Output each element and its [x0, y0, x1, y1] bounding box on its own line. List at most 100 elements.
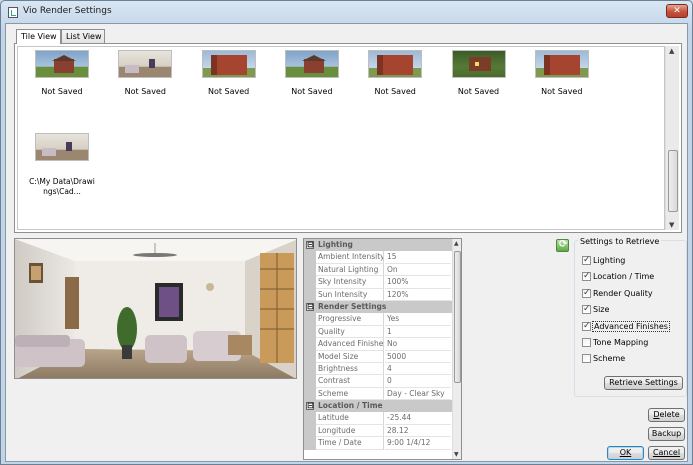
render-tile[interactable]: Not Saved: [277, 50, 347, 97]
render-tile[interactable]: Not Saved: [360, 50, 430, 97]
property-name: Progressive: [316, 313, 384, 326]
property-value[interactable]: No: [385, 338, 451, 351]
checkbox-label: Lighting: [593, 256, 626, 265]
property-grid-scrollbar[interactable]: ▲ ▼: [452, 239, 461, 459]
scroll-down-arrow-icon[interactable]: ▼: [454, 451, 459, 458]
render-tile[interactable]: Not Saved: [194, 50, 264, 97]
retrieve-option-render-quality[interactable]: Render Quality: [582, 288, 653, 300]
retrieve-option-size[interactable]: Size: [582, 304, 609, 316]
scroll-thumb[interactable]: [668, 150, 678, 212]
retrieve-settings-button[interactable]: Retrieve Settings: [604, 376, 683, 390]
property-value[interactable]: 120%: [385, 289, 451, 301]
checkbox[interactable]: [582, 338, 591, 347]
dialog-client: Tile View List View Not Saved Not Saved No…: [5, 23, 688, 462]
property-name: Advanced Finishes: [316, 338, 384, 351]
checkbox[interactable]: [582, 354, 591, 364]
category-label: Render Settings: [318, 301, 387, 311]
property-name: Latitude: [316, 412, 384, 425]
property-category[interactable]: ⊟ Render Settings: [304, 300, 461, 314]
property-row[interactable]: Model Size 5000: [304, 350, 461, 363]
checkbox[interactable]: [582, 255, 591, 266]
checkbox-label: Tone Mapping: [593, 338, 649, 347]
property-value[interactable]: 9:00 1/4/12: [385, 437, 451, 450]
property-row[interactable]: Longitude 28.12: [304, 424, 461, 438]
property-row[interactable]: Latitude -25.44: [304, 412, 461, 425]
row-gutter: [304, 437, 316, 450]
close-button[interactable]: ✕: [666, 4, 688, 18]
checkbox-label: Size: [593, 305, 610, 315]
retrieve-option-tone-mapping[interactable]: Tone Mapping: [582, 337, 648, 349]
property-category[interactable]: ⊟ Location / Time: [304, 400, 461, 413]
tile-list[interactable]: Not Saved Not Saved Not Saved Not Saved Not …: [17, 46, 665, 230]
property-value[interactable]: 4: [385, 363, 451, 376]
retrieve-option-lighting[interactable]: Lighting: [582, 255, 625, 267]
cancel-button[interactable]: Cancel: [648, 446, 685, 460]
property-row[interactable]: Sun Intensity 120%: [304, 288, 461, 301]
property-row[interactable]: Contrast 0: [304, 375, 461, 388]
property-row[interactable]: Scheme Day - Clear Sky: [304, 387, 461, 401]
retrieve-option-location-time[interactable]: Location / Time: [582, 271, 654, 283]
property-value[interactable]: -25.44: [385, 412, 451, 425]
row-gutter: [304, 251, 316, 264]
tab-list-view[interactable]: List View: [61, 29, 105, 43]
property-value[interactable]: On: [385, 264, 451, 277]
render-tile[interactable]: Not Saved: [444, 50, 514, 97]
checkbox-label: Location / Time: [593, 272, 655, 282]
refresh-icon[interactable]: ⟳: [556, 239, 569, 252]
property-row[interactable]: Natural Lighting On: [304, 263, 461, 277]
tile-view-panel: Not Saved Not Saved Not Saved Not Saved Not …: [14, 43, 682, 233]
property-row[interactable]: Brightness 4: [304, 362, 461, 376]
checkbox[interactable]: [582, 321, 591, 332]
checkbox[interactable]: [582, 288, 591, 299]
scroll-up-arrow-icon[interactable]: ▲: [454, 240, 459, 247]
backup-button[interactable]: Backup: [648, 427, 685, 441]
property-row[interactable]: Advanced Finishes No: [304, 338, 461, 351]
ok-button[interactable]: OK: [607, 446, 644, 460]
property-row[interactable]: Time / Date 9:00 1/4/12: [304, 437, 461, 450]
title-bar[interactable]: Vio Render Settings ✕: [1, 1, 692, 23]
scroll-up-arrow-icon[interactable]: ▲: [669, 47, 674, 55]
checkbox[interactable]: [582, 271, 591, 282]
row-gutter: [304, 263, 316, 277]
tile-label: C:\My Data\Drawings\Cad...: [29, 177, 95, 196]
retrieve-option-scheme[interactable]: Scheme: [582, 353, 625, 365]
delete-button[interactable]: Delete: [648, 408, 685, 422]
tile-label: Not Saved: [124, 87, 166, 96]
retrieve-option-advanced-finishes[interactable]: Advanced Finishes: [582, 320, 670, 333]
render-tile[interactable]: C:\My Data\Drawings\Cad...: [27, 133, 97, 197]
property-value[interactable]: 0: [385, 375, 451, 388]
property-name: Ambient Intensity: [316, 251, 384, 264]
property-name: Contrast: [316, 375, 384, 388]
tile-label: Not Saved: [541, 87, 583, 96]
tile-label: Not Saved: [207, 87, 250, 96]
property-row[interactable]: Ambient Intensity 15: [304, 251, 461, 264]
property-row[interactable]: Quality 1: [304, 325, 461, 339]
property-value[interactable]: 28.12: [385, 425, 451, 438]
tab-tile-view[interactable]: Tile View: [16, 29, 61, 44]
property-row[interactable]: Progressive Yes: [304, 313, 461, 326]
scroll-down-arrow-icon[interactable]: ▼: [669, 221, 674, 229]
property-category[interactable]: ⊟ Lighting: [304, 239, 461, 252]
row-gutter: [304, 387, 316, 401]
collapse-icon[interactable]: ⊟: [306, 302, 314, 311]
property-value[interactable]: Day - Clear Sky: [385, 388, 451, 401]
property-row[interactable]: Sky Intensity 100%: [304, 276, 461, 289]
property-value[interactable]: 100%: [385, 276, 451, 289]
collapse-icon[interactable]: ⊟: [306, 402, 314, 411]
row-gutter: [304, 288, 316, 301]
render-thumbnail: [35, 133, 89, 161]
render-tile[interactable]: Not Saved: [110, 50, 180, 97]
property-grid[interactable]: ⊟ Lighting Ambient Intensity 15 Natural Ligh…: [303, 238, 462, 460]
property-value[interactable]: 1: [385, 326, 451, 339]
scroll-thumb[interactable]: [454, 251, 461, 383]
collapse-icon[interactable]: ⊟: [306, 241, 314, 249]
property-value[interactable]: 15: [385, 251, 451, 264]
render-tile[interactable]: Not Saved: [27, 50, 97, 97]
checkbox[interactable]: [582, 304, 591, 315]
tile-scrollbar[interactable]: ▲ ▼: [665, 46, 679, 230]
property-name: Scheme: [316, 387, 384, 401]
render-tile[interactable]: Not Saved: [527, 50, 597, 97]
property-value[interactable]: Yes: [385, 313, 451, 326]
checkbox-label: Advanced Finishes: [592, 320, 670, 332]
property-value[interactable]: 5000: [385, 351, 451, 363]
